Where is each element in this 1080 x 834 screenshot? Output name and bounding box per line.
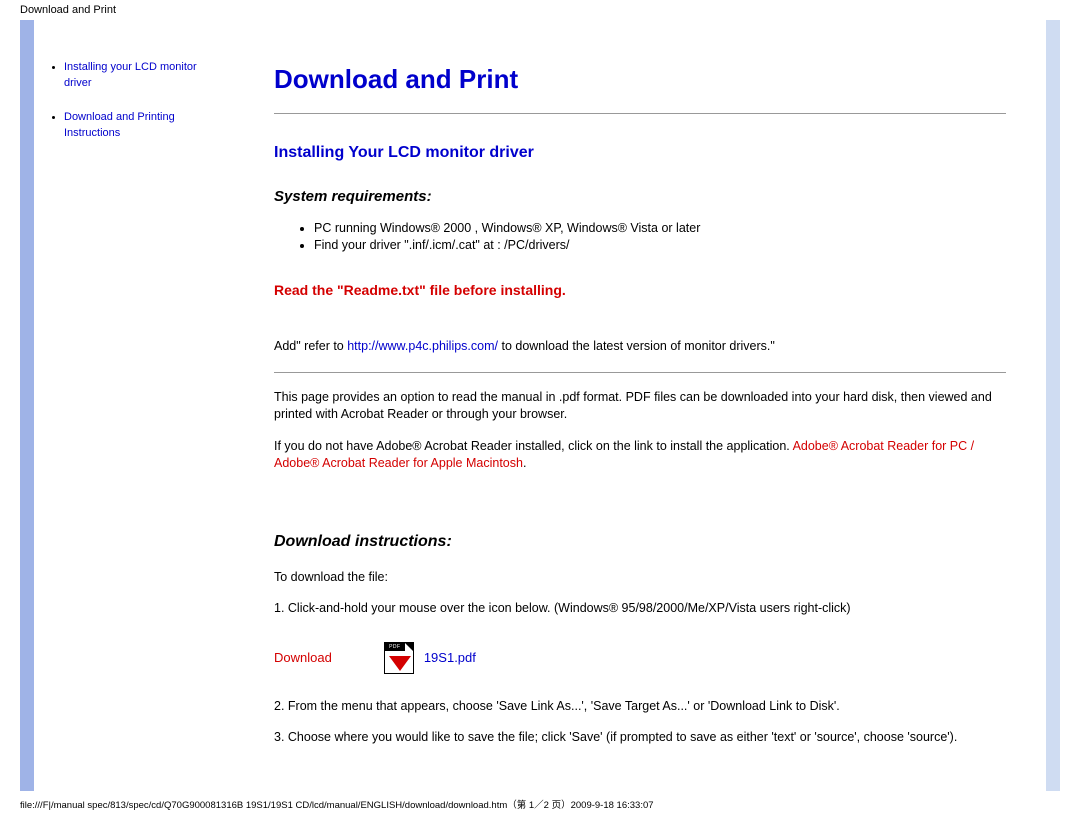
text: Add" refer to: [274, 339, 347, 353]
requirement-item: PC running Windows® 2000 , Windows® XP, …: [314, 221, 1006, 235]
divider: [274, 372, 1006, 373]
content-frame: Installing your LCD monitor driver Downl…: [20, 20, 1060, 791]
sidebar-link-installing[interactable]: Installing your LCD monitor driver: [64, 61, 197, 89]
system-requirements-heading: System requirements:: [274, 188, 1006, 205]
pdf-download-text: This page provides an option to read the…: [274, 389, 1006, 424]
download-label: Download: [274, 650, 332, 665]
reader-text: If you do not have Adobe® Acrobat Reader…: [274, 438, 1006, 473]
add-drivers-text: Add" refer to http://www.p4c.philips.com…: [274, 338, 1006, 356]
acrobat-mac-link[interactable]: Adobe® Acrobat Reader for Apple Macintos…: [274, 456, 523, 470]
requirements-list: PC running Windows® 2000 , Windows® XP, …: [314, 221, 1006, 252]
p4c-link[interactable]: http://www.p4c.philips.com/: [347, 339, 498, 353]
window-title: Download and Print: [0, 0, 1080, 20]
right-blue-band: [1046, 20, 1060, 791]
text: If you do not have Adobe® Acrobat Reader…: [274, 439, 793, 453]
section-installing-heading: Installing Your LCD monitor driver: [274, 144, 1006, 162]
download-intro: To download the file:: [274, 569, 1006, 587]
download-row: Download PDF 19S1.pdf: [274, 642, 1006, 674]
file-path-footer: file:///F|/manual spec/813/spec/cd/Q70G9…: [0, 791, 1080, 817]
main-content: Download and Print Installing Your LCD m…: [224, 20, 1046, 791]
readme-warning: Read the "Readme.txt" file before instal…: [274, 282, 1006, 298]
acrobat-pc-link[interactable]: Adobe® Acrobat Reader for PC: [793, 439, 968, 453]
download-instructions-heading: Download instructions:: [274, 533, 1006, 551]
download-step-2: 2. From the menu that appears, choose 'S…: [274, 698, 1006, 716]
divider: [274, 113, 1006, 114]
download-step-3: 3. Choose where you would like to save t…: [274, 729, 1006, 747]
left-blue-band: [20, 20, 34, 791]
text: to download the latest version of monito…: [498, 339, 775, 353]
text: .: [523, 456, 526, 470]
page-title: Download and Print: [274, 64, 1006, 95]
pdf-file-link[interactable]: PDF 19S1.pdf: [384, 642, 476, 674]
pdf-filename: 19S1.pdf: [424, 650, 476, 665]
sidebar-link-download[interactable]: Download and Printing Instructions: [64, 111, 175, 139]
text: /: [967, 439, 974, 453]
sidebar: Installing your LCD monitor driver Downl…: [34, 20, 224, 791]
download-step-1: 1. Click-and-hold your mouse over the ic…: [274, 600, 1006, 618]
pdf-icon: PDF: [384, 642, 414, 674]
requirement-item: Find your driver ".inf/.icm/.cat" at : /…: [314, 238, 1006, 252]
